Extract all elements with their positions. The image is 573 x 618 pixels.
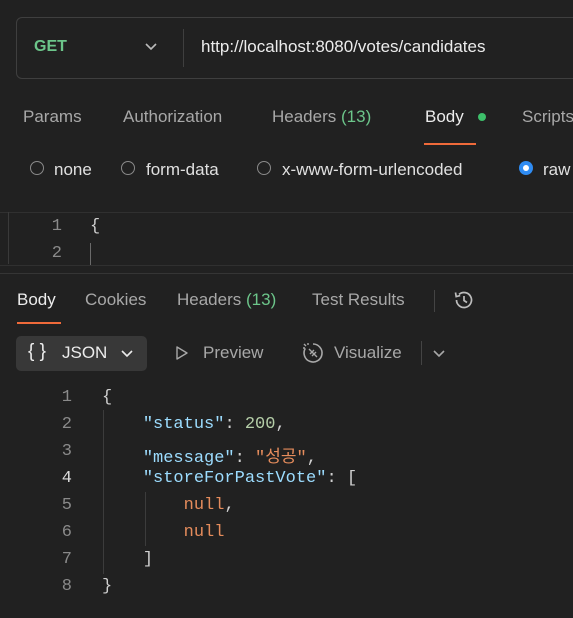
- json-key: "message": [142, 449, 235, 468]
- tab-scripts[interactable]: Scripts: [522, 107, 573, 127]
- json-brace: {: [102, 388, 113, 407]
- radio-raw[interactable]: [519, 161, 533, 175]
- line-number: 1: [51, 217, 62, 236]
- section-divider[interactable]: [0, 273, 573, 274]
- response-tab-body[interactable]: Body: [17, 290, 56, 310]
- json-key: "status": [142, 415, 225, 434]
- code-line: {: [102, 388, 112, 407]
- json-bracket: ]: [142, 550, 154, 569]
- json-null: null: [183, 496, 225, 515]
- tab-headers-count: (13): [341, 107, 372, 126]
- line-number: 6: [61, 523, 72, 542]
- line-number: 4: [61, 469, 72, 488]
- radio-urlencoded-label[interactable]: x-www-form-urlencoded: [282, 160, 462, 180]
- toolbar-separator: [421, 341, 422, 365]
- active-response-tab-indicator: [17, 322, 61, 324]
- response-tab-headers-count: (13): [246, 290, 277, 309]
- code-line: null,: [183, 496, 235, 515]
- response-tab-cookies[interactable]: Cookies: [85, 290, 146, 310]
- tab-params[interactable]: Params: [23, 107, 82, 127]
- code-line: {: [90, 217, 101, 236]
- json-number: 200: [244, 415, 276, 434]
- url-divider: [183, 29, 184, 67]
- line-number: 7: [61, 550, 72, 569]
- line-number: 3: [61, 442, 72, 461]
- code-line: "message": "성공",: [142, 449, 317, 468]
- response-tab-test-results[interactable]: Test Results: [312, 290, 405, 310]
- radio-urlencoded[interactable]: [257, 161, 271, 175]
- json-key: "storeForPastVote": [142, 469, 327, 488]
- code-line: ]: [102, 550, 153, 569]
- json-string: "성공": [255, 449, 307, 468]
- tab-separator: [434, 290, 435, 312]
- radio-form-data[interactable]: [121, 161, 135, 175]
- format-label: JSON: [62, 343, 108, 362]
- code-line: }: [102, 577, 112, 596]
- code-line: null: [102, 523, 225, 542]
- json-brace: }: [102, 577, 113, 596]
- json-null: null: [183, 523, 225, 542]
- line-number: 8: [61, 577, 72, 596]
- line-number: 2: [51, 244, 62, 263]
- visualize-button[interactable]: Visualize: [334, 343, 402, 363]
- visualize-icon[interactable]: [301, 341, 325, 365]
- radio-raw-label[interactable]: raw: [543, 160, 570, 180]
- code-line: "status": 200,: [142, 415, 286, 434]
- line-number: 5: [61, 496, 72, 515]
- line-number: 1: [61, 388, 72, 407]
- tab-headers-label: Headers: [272, 107, 337, 126]
- preview-button[interactable]: Preview: [203, 343, 263, 363]
- response-tab-headers[interactable]: Headers (13): [177, 290, 276, 310]
- history-icon[interactable]: [452, 288, 476, 312]
- json-bracket: [: [346, 469, 358, 488]
- format-select[interactable]: { } JSON: [16, 336, 147, 371]
- tab-body[interactable]: Body: [425, 107, 464, 127]
- braces-icon: { }: [28, 341, 46, 362]
- play-icon[interactable]: [174, 345, 190, 361]
- active-tab-indicator: [424, 143, 476, 145]
- response-tab-headers-label: Headers: [177, 290, 242, 309]
- text-caret: [90, 243, 91, 265]
- tab-headers[interactable]: Headers (13): [272, 107, 371, 127]
- body-modified-dot: [478, 113, 486, 121]
- chevron-down-icon[interactable]: [143, 38, 159, 54]
- radio-form-data-label[interactable]: form-data: [146, 160, 219, 180]
- url-bar: GET http://localhost:8080/votes/candidat…: [16, 17, 573, 79]
- editor-gutter-border: [8, 212, 9, 264]
- chevron-down-icon: [121, 350, 133, 358]
- request-body-editor[interactable]: [0, 212, 573, 266]
- radio-none-label[interactable]: none: [54, 160, 92, 180]
- line-number: 2: [61, 415, 72, 434]
- code-line: "storeForPastVote": [: [142, 469, 358, 488]
- url-input[interactable]: http://localhost:8080/votes/candidates: [201, 37, 485, 57]
- tab-authorization[interactable]: Authorization: [123, 107, 222, 127]
- chevron-down-icon[interactable]: [432, 346, 446, 360]
- radio-none[interactable]: [30, 161, 44, 175]
- method-select[interactable]: GET: [34, 38, 67, 56]
